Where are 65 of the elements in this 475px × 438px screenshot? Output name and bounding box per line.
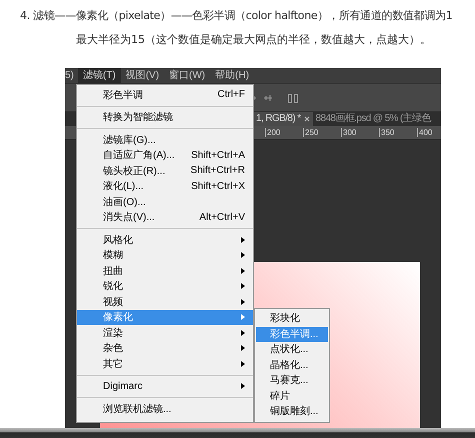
menu-item[interactable]: 浏览联机滤镜...: [77, 401, 253, 416]
ruler-label: 350: [379, 128, 394, 138]
submenu-item[interactable]: 碎片: [256, 388, 328, 404]
article-text: 最大半径为15（这个数值是确定最大网点的半径，数值越大，点越大）。: [75, 32, 432, 47]
shortcut-label: Ctrl+F: [218, 89, 245, 100]
menu-item[interactable]: 其它: [77, 356, 253, 372]
menu-item-label: 模糊: [103, 248, 124, 262]
menu-item-label: 浏览联机滤镜...: [103, 402, 172, 416]
shortcut-label: Alt+Ctrl+V: [199, 212, 245, 223]
menu-item-label: 油画(O)...: [103, 196, 147, 209]
menu-item-label: 视频: [103, 296, 124, 309]
menu-item[interactable]: 锐化: [77, 278, 253, 294]
menu-item[interactable]: 液化(L)... Shift+Ctrl+X: [77, 178, 253, 194]
menu-item[interactable]: 视频: [77, 294, 253, 310]
menu-item-label: 自适应广角(A)...: [103, 148, 176, 162]
menu-item[interactable]: 镜头校正(R)... Shift+Ctrl+R: [77, 163, 253, 178]
menu-item-label: 彩色半调: [103, 88, 144, 102]
article-text: 4. 滤镜——像素化（pixelate）——色彩半调（color halftone），所有通道的数值都调为1: [19, 8, 454, 23]
menu-bar-item[interactable]: 窗口(W): [164, 68, 210, 84]
document-tab[interactable]: 1, RGB/8) *: [253, 112, 313, 126]
menu-item-label: Digimarc: [103, 380, 144, 392]
ruler-label: 300: [341, 128, 356, 138]
menu-item-label: 转换为智能滤镜: [103, 110, 174, 124]
menu-item-label: 像素化: [103, 310, 134, 324]
ruler-label: 400: [417, 128, 432, 138]
submenu-item[interactable]: 点状化...: [256, 342, 328, 358]
menu-bar-item[interactable]: 5): [65, 69, 78, 82]
distribute-icon[interactable]: [287, 92, 299, 104]
submenu-item[interactable]: 晶格化...: [256, 358, 328, 373]
menu-item[interactable]: 转换为智能滤镜: [77, 110, 253, 125]
menu-item-label: 其它: [103, 358, 124, 371]
menu-item-label: 镜头校正(R)...: [103, 164, 166, 178]
menu-item[interactable]: 杂色: [77, 340, 253, 356]
shortcut-label: Shift+Ctrl+R: [190, 165, 245, 176]
submenu-item[interactable]: 铜版雕刻...: [256, 404, 328, 420]
menu-item-label: 液化(L)...: [103, 180, 145, 194]
menu-item[interactable]: 油画(O)...: [77, 194, 253, 210]
menu-item[interactable]: 渲染: [77, 325, 253, 340]
menu-item[interactable]: 扭曲: [77, 263, 253, 278]
shortcut-label: Shift+Ctrl+A: [191, 150, 245, 161]
menu-item-label: 风格化: [103, 234, 134, 247]
align-icon[interactable]: [263, 92, 273, 103]
menu-item-label: 杂色: [103, 342, 124, 356]
menu-item-label: 扭曲: [103, 264, 124, 278]
menu-bar-item[interactable]: 帮助(H): [210, 68, 254, 84]
menu-item-label: 消失点(V)...: [103, 210, 156, 224]
ruler-label: 200: [265, 128, 280, 138]
menu-item-label: 锐化: [103, 280, 124, 294]
shortcut-label: Shift+Ctrl+X: [191, 180, 245, 192]
menu-item[interactable]: 彩色半调 Ctrl+F: [77, 87, 253, 102]
ruler-label: 250: [303, 128, 318, 138]
menu-item[interactable]: Digimarc: [77, 378, 253, 394]
submenu-item[interactable]: 彩块化: [256, 311, 328, 326]
document-tab[interactable]: 8848画框.psd @ 5% (主绿色: [312, 112, 434, 126]
menu-bar-item[interactable]: 滤镜(T): [78, 68, 121, 84]
menu-item-label: 滤镜库(G)...: [103, 134, 157, 147]
menu-item-label: 渲染: [103, 326, 124, 340]
menu-item[interactable]: 自适应广角(A)... Shift+Ctrl+A: [77, 148, 253, 163]
submenu-item[interactable]: 马赛克...: [256, 373, 328, 388]
menu-item[interactable]: 风格化: [77, 232, 253, 248]
close-icon[interactable]: [304, 116, 310, 122]
menu-item[interactable]: 滤镜库(G)...: [77, 132, 253, 148]
menu-item[interactable]: 消失点(V)... Alt+Ctrl+V: [77, 210, 253, 225]
menu-item[interactable]: 模糊: [77, 248, 253, 263]
menu-bar-item[interactable]: 视图(V): [120, 68, 164, 84]
